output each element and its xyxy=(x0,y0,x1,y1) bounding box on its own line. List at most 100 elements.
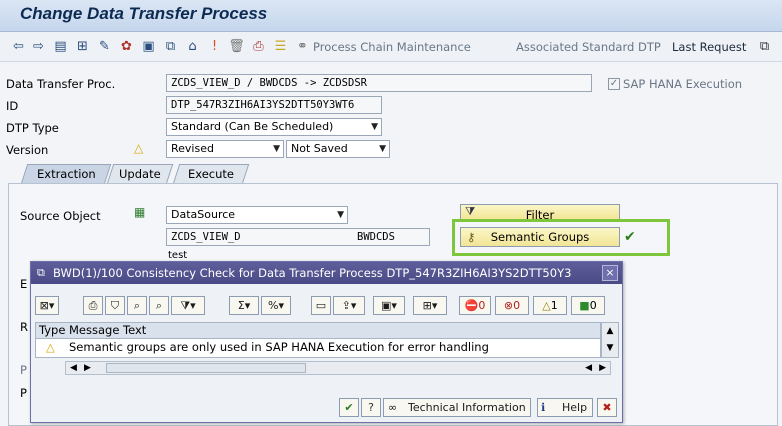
key-icon: ⚷ xyxy=(467,230,476,244)
dialog-toolbar: ⊠▾ ⎙ ⛉ ⌕ ⌕ ⧩▾ Σ▾ %▾ ▭ ⇪▾ ▣▾ ⊞▾ ⛔0 ⊗0 △1 … xyxy=(35,296,620,316)
select-all-icon[interactable]: ⊠▾ xyxy=(35,296,59,315)
warning-icon: △ xyxy=(542,299,551,312)
column-type[interactable]: Type xyxy=(39,323,65,338)
scroll-down-icon[interactable]: ▼ xyxy=(602,340,618,357)
filter-settings-icon[interactable]: ⛉ xyxy=(105,296,125,315)
cancel-button[interactable]: ✖ xyxy=(597,398,617,417)
table-row[interactable]: △ Semantic groups are only used in SAP H… xyxy=(35,339,601,358)
column-icon[interactable]: ⊞▾ xyxy=(413,296,447,315)
deploy-icon[interactable]: ⌂ xyxy=(184,38,201,55)
export-icon[interactable]: ⇪▾ xyxy=(333,296,365,315)
layout-icon[interactable]: ▣▾ xyxy=(373,296,405,315)
sum-icon[interactable]: Σ▾ xyxy=(229,296,259,315)
chevron-down-icon: ▼ xyxy=(273,144,280,154)
success-count[interactable]: ■0 xyxy=(571,296,605,315)
print-icon[interactable]: ⎙ xyxy=(83,296,103,315)
consistency-check-dialog: ⧉ BWD(1)/100 Consistency Check for Data … xyxy=(30,261,623,423)
source-object-dropdown[interactable]: DataSource ▼ xyxy=(166,206,348,224)
dialog-footer: ✔ ? ∞ Technical Information ℹ Help ✖ xyxy=(31,398,622,420)
find-next-icon[interactable]: ⌕ xyxy=(149,296,169,315)
scroll-left-end-icon[interactable]: ◀ xyxy=(585,362,592,374)
stop-count[interactable]: ⛔0 xyxy=(459,296,491,315)
scroll-right-icon[interactable]: ▶ xyxy=(84,362,91,374)
semantic-groups-button[interactable]: ⚷ Semantic Groups xyxy=(460,227,620,247)
id-label: ID xyxy=(6,99,19,113)
filter-icon[interactable]: ⧩▾ xyxy=(171,296,205,315)
application-toolbar: ⇦ ⇨ ▤ ⊞ ✎ ✿ ▣ ⧉ ⌂ ǃ 🗑 ⎙ ☰ ⚭ Process Chai… xyxy=(0,32,782,62)
scroll-right-end-icon[interactable]: ▶ xyxy=(599,362,606,374)
dtp-type-value: Standard (Can Be Scheduled) xyxy=(171,120,334,133)
error-count[interactable]: ⊗0 xyxy=(495,296,529,315)
stop-icon: ⛔ xyxy=(464,299,479,312)
source-description-text: test xyxy=(168,250,188,261)
vertical-scrollbar[interactable]: ▲ ▼ xyxy=(601,322,619,358)
checkmark-icon: ✔ xyxy=(624,229,636,245)
version-dropdown[interactable]: Revised ▼ xyxy=(166,140,284,158)
last-request-button[interactable]: Last Request xyxy=(672,40,746,54)
obscured-label-e: E xyxy=(20,277,28,291)
delete-icon[interactable]: 🗑 xyxy=(228,38,245,55)
scroll-thumb[interactable] xyxy=(106,363,306,373)
filter-button[interactable]: ⧩ Filter xyxy=(460,204,620,220)
document-icon[interactable]: ▭ xyxy=(311,296,331,315)
copy-request-icon[interactable]: ⧉ xyxy=(756,38,773,55)
source-system-value: BWDCDS xyxy=(357,231,395,243)
technical-information-button[interactable]: ∞ Technical Information xyxy=(383,398,531,417)
warning-icon: △ xyxy=(46,340,55,354)
activate-icon[interactable]: ✿ xyxy=(118,38,135,55)
dialog-title-bar: ⧉ BWD(1)/100 Consistency Check for Data … xyxy=(31,262,622,284)
edit-icon[interactable]: ✎ xyxy=(96,38,113,55)
obscured-label-p: P xyxy=(20,363,27,377)
dtp-label: Data Transfer Proc. xyxy=(6,77,116,91)
dtp-field: ZCDS_VIEW_D / BWDCDS -> ZCDSDSR xyxy=(166,74,592,92)
copy-icon[interactable]: ⧉ xyxy=(162,38,179,55)
dialog-close-button[interactable]: × xyxy=(602,265,618,281)
version-status-value: Not Saved xyxy=(291,142,348,155)
filter-icon: ⧩ xyxy=(465,204,476,218)
process-chain-maintenance-button[interactable]: Process Chain Maintenance xyxy=(313,40,471,54)
obscured-label-r: R xyxy=(20,320,28,334)
info-icon[interactable]: ǃ xyxy=(206,38,223,55)
help-button[interactable]: ℹ Help xyxy=(537,398,593,417)
id-field: DTP_547R3ZIH6AI3YS2DTT50Y3WT6 xyxy=(166,96,382,114)
scroll-left-icon[interactable]: ◀ xyxy=(70,362,77,374)
check-icon[interactable]: ▣ xyxy=(140,38,157,55)
warning-count[interactable]: △1 xyxy=(533,296,567,315)
horizontal-scrollbar[interactable]: ◀ ▶ ◀ ▶ xyxy=(65,361,611,375)
warning-icon: △ xyxy=(134,141,144,155)
version-status-dropdown[interactable]: Not Saved ▼ xyxy=(286,140,390,158)
window-icon: ⧉ xyxy=(37,266,45,279)
message-text: Semantic groups are only used in SAP HAN… xyxy=(69,340,489,354)
find-icon[interactable]: ⌕ xyxy=(127,296,147,315)
hana-execution-checkbox[interactable]: ✓ xyxy=(608,78,620,90)
back-icon[interactable]: ⇦ xyxy=(10,38,27,55)
dtp-type-label: DTP Type xyxy=(6,121,59,135)
chevron-down-icon: ▼ xyxy=(379,144,386,154)
source-name-value: ZCDS_VIEW_D xyxy=(171,231,241,243)
database-icon[interactable]: ☰ xyxy=(272,38,289,55)
message-table-header: Type Message Text xyxy=(35,322,601,339)
glasses-icon: ∞ xyxy=(388,401,398,414)
print-icon[interactable]: ⎙ xyxy=(250,38,267,55)
forward-icon[interactable]: ⇨ xyxy=(30,38,47,55)
chain-icon[interactable]: ⚭ xyxy=(294,38,311,55)
associated-standard-dtp-button[interactable]: Associated Standard DTP xyxy=(516,40,661,54)
confirm-button[interactable]: ✔ xyxy=(339,398,359,417)
tab-update[interactable]: Update xyxy=(106,164,174,184)
dtp-type-dropdown[interactable]: Standard (Can Be Scheduled) ▼ xyxy=(166,118,382,136)
tab-extraction[interactable]: Extraction xyxy=(20,164,112,184)
success-icon: ■ xyxy=(579,299,590,312)
title-bar: Change Data Transfer Process xyxy=(0,0,782,32)
tab-execute[interactable]: Execute xyxy=(172,164,250,184)
help-circle-icon[interactable]: ? xyxy=(361,398,381,417)
info-icon: ℹ xyxy=(541,401,546,414)
column-message-text[interactable]: Message Text xyxy=(69,323,146,338)
hierarchy-icon[interactable]: ⊞ xyxy=(74,38,91,55)
scroll-up-icon[interactable]: ▲ xyxy=(602,323,618,340)
display-icon[interactable]: ▤ xyxy=(52,38,69,55)
dialog-title: BWD(1)/100 Consistency Check for Data Tr… xyxy=(53,266,572,280)
source-object-label: Source Object xyxy=(20,209,101,223)
source-object-value: DataSource xyxy=(171,208,236,221)
obscured-label-p2: P xyxy=(20,386,27,400)
subtotal-icon[interactable]: %▾ xyxy=(261,296,291,315)
